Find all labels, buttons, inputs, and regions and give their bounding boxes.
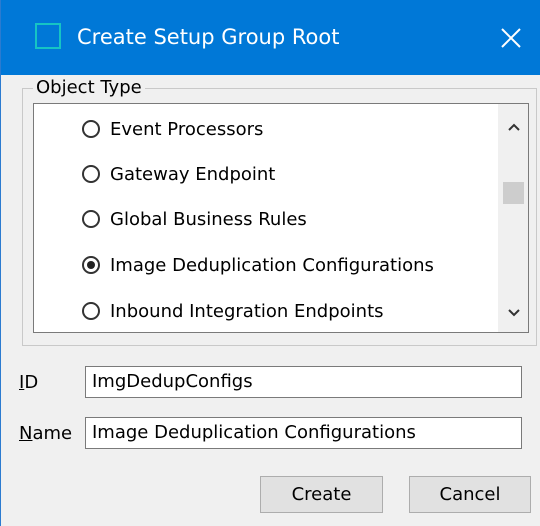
object-type-option[interactable]: Global Business Rules [82, 204, 307, 234]
object-type-option-selected[interactable]: Image Deduplication Configurations [82, 250, 434, 280]
object-type-option[interactable]: Gateway Endpoint [82, 159, 275, 189]
object-type-legend: Object Type [33, 75, 145, 101]
create-button[interactable]: Create [260, 476, 383, 513]
chevron-up-icon [507, 123, 520, 131]
id-field[interactable]: ImgDedupConfigs [85, 366, 522, 398]
create-setup-group-root-dialog: Create Setup Group Root Object Type Even… [0, 0, 540, 526]
option-label: Image Deduplication Configurations [110, 254, 434, 276]
close-button[interactable] [481, 0, 540, 75]
option-label: Event Processors [110, 118, 264, 140]
radio-button[interactable] [82, 210, 100, 228]
scroll-down-button[interactable] [499, 298, 528, 328]
option-label: Gateway Endpoint [110, 163, 276, 185]
radio-button[interactable] [82, 120, 100, 138]
option-label: Global Business Rules [110, 208, 307, 230]
title-bar[interactable]: Create Setup Group Root [1, 0, 540, 75]
close-icon [501, 27, 521, 48]
vertical-scrollbar[interactable] [498, 104, 528, 332]
radio-button-checked[interactable] [82, 256, 100, 274]
option-label: Inbound Integration Endpoints [110, 300, 384, 322]
object-type-list[interactable]: Event Processors Gateway Endpoint Global… [33, 103, 529, 333]
window-app-icon [35, 23, 61, 49]
cancel-button[interactable]: Cancel [409, 476, 531, 513]
object-type-option[interactable]: Inbound Integration Endpoints [82, 296, 384, 326]
object-type-option[interactable]: Event Processors [82, 114, 263, 144]
chevron-down-icon [507, 309, 520, 317]
radio-button[interactable] [82, 302, 100, 320]
radio-button[interactable] [82, 165, 100, 183]
scrollbar-thumb[interactable] [503, 182, 524, 204]
id-label: ID [19, 372, 39, 393]
name-label: Name [19, 423, 73, 444]
name-field[interactable]: Image Deduplication Configurations [85, 417, 522, 449]
scroll-up-button[interactable] [499, 112, 528, 142]
dialog-title: Create Setup Group Root [77, 25, 340, 49]
